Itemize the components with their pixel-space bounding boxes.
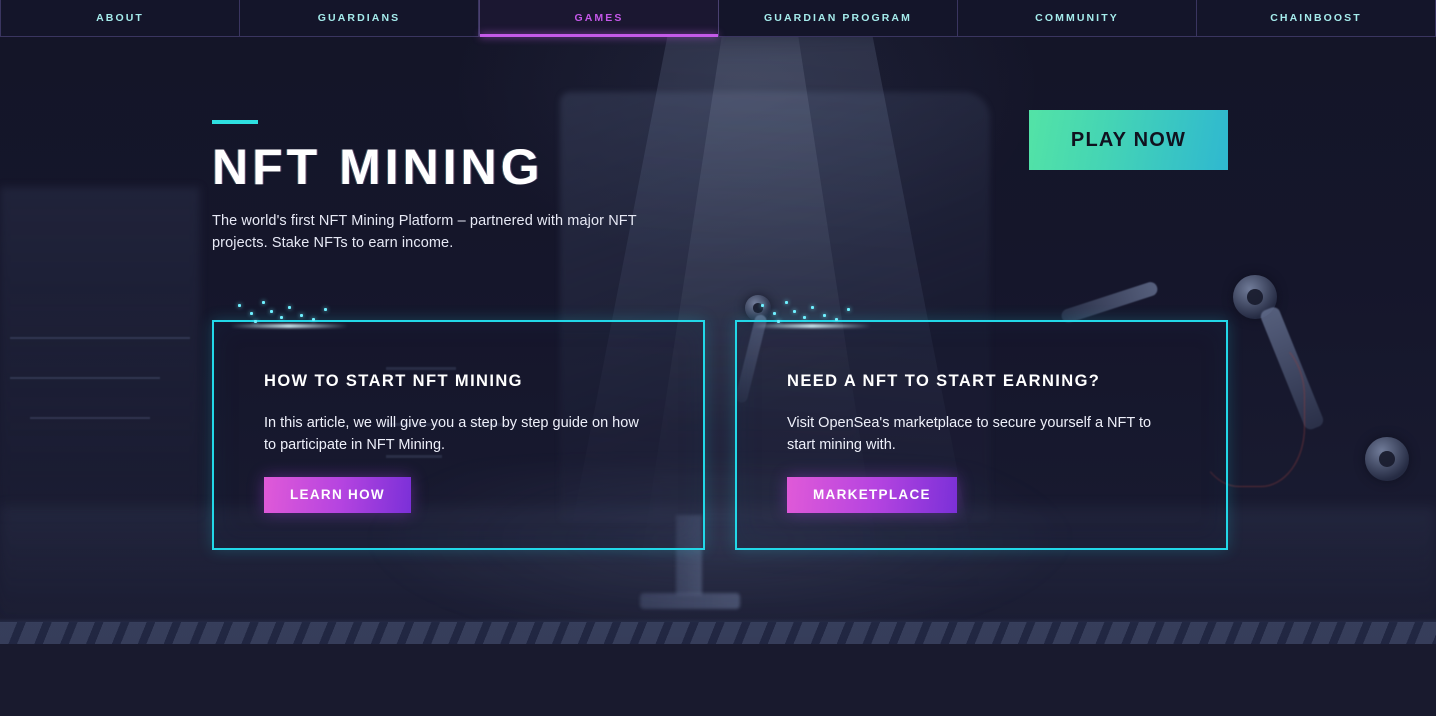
nav-item-community[interactable]: COMMUNITY <box>958 0 1197 36</box>
nav-item-label: GAMES <box>574 12 624 24</box>
nav-item-label: GUARDIAN PROGRAM <box>764 12 912 24</box>
page-root: ABOUT GUARDIANS GAMES GUARDIAN PROGRAM C… <box>0 0 1436 716</box>
hero-subtitle: The world's first NFT Mining Platform – … <box>212 213 637 252</box>
play-now-button[interactable]: PLAY NOW <box>1029 110 1228 170</box>
card-body: In this article, we will give you a step… <box>264 415 639 453</box>
top-navigation: ABOUT GUARDIANS GAMES GUARDIAN PROGRAM C… <box>0 0 1436 37</box>
hazard-stripe-divider <box>0 622 1436 644</box>
feature-cards: HOW TO START NFT MINING In this article,… <box>212 301 1228 550</box>
card-body: Visit OpenSea's marketplace to secure yo… <box>787 415 1152 453</box>
nav-item-chainboost[interactable]: CHAINBOOST <box>1197 0 1436 36</box>
nav-item-guardians[interactable]: GUARDIANS <box>240 0 479 36</box>
nav-item-label: CHAINBOOST <box>1270 12 1362 24</box>
accent-bar <box>212 120 258 124</box>
hero-section: NFT MINING The world's first NFT Mining … <box>212 120 652 255</box>
nav-item-games[interactable]: GAMES <box>479 0 719 37</box>
background-robot-arm <box>1059 280 1160 325</box>
card-need-a-nft-to-start-earning: NEED A NFT TO START EARNING? Visit OpenS… <box>735 301 1228 550</box>
card-how-to-start-nft-mining: HOW TO START NFT MINING In this article,… <box>212 301 705 550</box>
background-panel-line <box>30 417 150 419</box>
marketplace-button[interactable]: MARKETPLACE <box>787 476 957 513</box>
background-panel-line <box>10 337 190 339</box>
card-title: HOW TO START NFT MINING <box>264 372 523 390</box>
nav-item-guardian-program[interactable]: GUARDIAN PROGRAM <box>719 0 958 36</box>
page-title: NFT MINING <box>212 139 544 195</box>
footer-area <box>0 644 1436 716</box>
card-title: NEED A NFT TO START EARNING? <box>787 372 1101 390</box>
nav-item-about[interactable]: ABOUT <box>0 0 240 36</box>
background-robot-joint <box>1365 437 1409 481</box>
learn-how-button[interactable]: LEARN HOW <box>264 476 411 513</box>
nav-item-label: ABOUT <box>96 12 144 24</box>
background-machinery-left <box>0 187 200 517</box>
nav-item-label: GUARDIANS <box>317 12 401 24</box>
background-panel-line <box>10 377 160 379</box>
nav-item-label: COMMUNITY <box>1035 12 1119 24</box>
